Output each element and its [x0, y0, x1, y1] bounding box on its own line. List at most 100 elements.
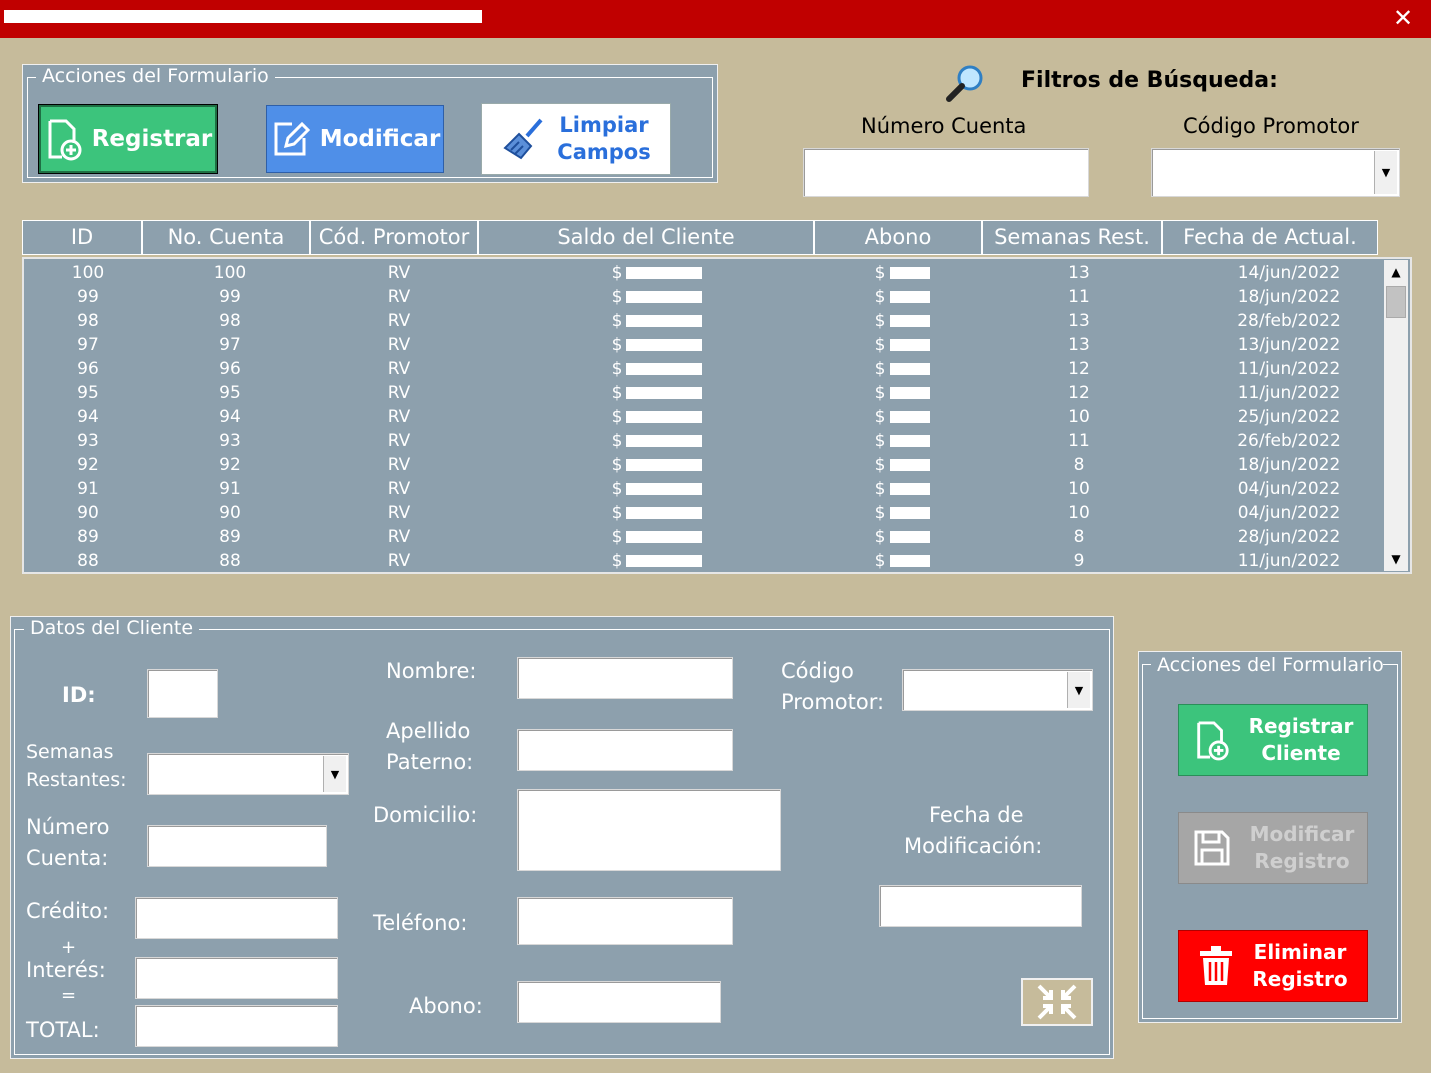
cell-id: 95	[77, 383, 99, 403]
name-input[interactable]	[517, 657, 733, 699]
modified-date-label-line2: Modificación:	[904, 834, 1043, 858]
scrollbar-thumb[interactable]	[1386, 286, 1406, 318]
scroll-up-icon[interactable]: ▲	[1384, 260, 1408, 284]
filter-account-input[interactable]	[803, 148, 1089, 197]
surname-input[interactable]	[517, 729, 733, 771]
add-document-icon	[48, 119, 82, 161]
search-magnifier-icon	[946, 65, 983, 102]
cell-promotor: RV	[387, 359, 411, 379]
filter-promoter-select[interactable]: ▼	[1151, 148, 1400, 197]
payment-currency: $	[874, 527, 886, 547]
cell-fecha: 04/jun/2022	[1237, 503, 1341, 523]
payment-redacted	[890, 555, 930, 567]
total-input[interactable]	[135, 1005, 338, 1047]
cell-cuenta: 98	[219, 311, 241, 331]
list-scrollbar[interactable]: ▲ ▼	[1384, 260, 1408, 571]
payment-input[interactable]	[517, 981, 721, 1023]
cell-id: 98	[77, 311, 99, 331]
modify-button[interactable]: Modificar	[266, 105, 444, 173]
cell-semanas: 13	[1068, 335, 1090, 355]
payment-currency: $	[874, 311, 886, 331]
table-row[interactable]: 94 94 RV 10 25/jun/2022 $ $	[24, 405, 1382, 429]
header-promoter: Cód. Promotor	[310, 220, 478, 255]
table-row[interactable]: 89 89 RV 8 28/jun/2022 $ $	[24, 525, 1382, 549]
equals-sign: =	[61, 985, 77, 1006]
cell-semanas: 8	[1073, 527, 1085, 547]
id-input[interactable]	[147, 669, 218, 718]
payment-currency: $	[874, 431, 886, 451]
balance-currency: $	[611, 431, 623, 451]
table-row[interactable]: 98 98 RV 13 28/feb/2022 $ $	[24, 309, 1382, 333]
cell-id: 97	[77, 335, 99, 355]
client-list[interactable]: 100 100 RV 13 14/jun/2022 $ $99 99 RV 11 18/jun/20…	[22, 257, 1412, 574]
delete-record-button[interactable]: Eliminar Registro	[1178, 930, 1368, 1002]
promoter-label-line2: Promotor:	[781, 690, 885, 714]
payment-currency: $	[874, 407, 886, 427]
cell-cuenta: 96	[219, 359, 241, 379]
payment-currency: $	[874, 551, 886, 571]
cell-id: 90	[77, 503, 99, 523]
cell-cuenta: 89	[219, 527, 241, 547]
register-client-button[interactable]: Registrar Cliente	[1178, 704, 1368, 776]
balance-redacted	[626, 387, 702, 399]
table-row[interactable]: 100 100 RV 13 14/jun/2022 $ $	[24, 261, 1382, 285]
register-button[interactable]: Registrar	[38, 104, 218, 174]
cell-promotor: RV	[387, 287, 411, 307]
account-label-line1: Número	[26, 815, 110, 839]
top-actions-legend: Acciones del Formulario	[36, 65, 275, 87]
header-account: No. Cuenta	[142, 220, 310, 255]
clear-fields-button[interactable]: Limpiar Campos	[481, 103, 671, 175]
payment-redacted	[890, 339, 930, 351]
payment-redacted	[890, 531, 930, 543]
table-row[interactable]: 91 91 RV 10 04/jun/2022 $ $	[24, 477, 1382, 501]
cell-semanas: 10	[1068, 503, 1090, 523]
scroll-down-icon[interactable]: ▼	[1384, 547, 1408, 571]
table-row[interactable]: 96 96 RV 12 11/jun/2022 $ $	[24, 357, 1382, 381]
modify-record-button[interactable]: Modificar Registro	[1178, 812, 1368, 884]
cell-semanas: 11	[1068, 287, 1090, 307]
payment-redacted	[890, 411, 930, 423]
payment-redacted	[890, 363, 930, 375]
payment-currency: $	[874, 503, 886, 523]
modified-date-input[interactable]	[879, 885, 1082, 927]
address-input[interactable]	[517, 789, 781, 871]
table-row[interactable]: 88 88 RV 9 11/jun/2022 $ $	[24, 549, 1382, 573]
balance-currency: $	[611, 503, 623, 523]
cell-promotor: RV	[387, 455, 411, 475]
client-data-frame: Datos del Cliente ID: Semanas Restantes:…	[10, 616, 1114, 1059]
table-row[interactable]: 92 92 RV 8 18/jun/2022 $ $	[24, 453, 1382, 477]
payment-redacted	[890, 315, 930, 327]
side-actions-legend: Acciones del Formulario	[1151, 654, 1383, 676]
chevron-down-icon[interactable]: ▼	[323, 756, 346, 792]
save-floppy-icon	[1194, 830, 1230, 866]
cell-cuenta: 95	[219, 383, 241, 403]
cell-fecha: 04/jun/2022	[1237, 479, 1341, 499]
phone-input[interactable]	[517, 897, 733, 945]
weeks-select[interactable]: ▼	[147, 753, 349, 795]
cell-id: 94	[77, 407, 99, 427]
close-icon[interactable]: ✕	[1389, 4, 1417, 32]
chevron-down-icon[interactable]: ▼	[1374, 151, 1397, 194]
balance-currency: $	[611, 287, 623, 307]
interest-input[interactable]	[135, 957, 338, 999]
table-row[interactable]: 97 97 RV 13 13/jun/2022 $ $	[24, 333, 1382, 357]
table-row[interactable]: 93 93 RV 11 26/feb/2022 $ $	[24, 429, 1382, 453]
table-row[interactable]: 99 99 RV 11 18/jun/2022 $ $	[24, 285, 1382, 309]
account-input[interactable]	[147, 825, 327, 867]
header-balance: Saldo del Cliente	[478, 220, 814, 255]
credit-input[interactable]	[135, 897, 338, 939]
top-actions-frame: Acciones del Formulario Registrar Modifi…	[22, 64, 718, 183]
payment-currency: $	[874, 335, 886, 355]
cell-fecha: 18/jun/2022	[1237, 455, 1341, 475]
register-button-label: Registrar	[91, 125, 213, 152]
modify-button-label: Modificar	[319, 125, 441, 152]
table-row[interactable]: 90 90 RV 10 04/jun/2022 $ $	[24, 501, 1382, 525]
filter-promoter-label: Código Promotor	[1183, 114, 1359, 138]
promoter-select[interactable]: ▼	[902, 669, 1093, 711]
cell-promotor: RV	[387, 503, 411, 523]
collapse-button[interactable]	[1021, 978, 1093, 1026]
cell-promotor: RV	[387, 383, 411, 403]
delete-record-label-line1: Eliminar	[1253, 940, 1347, 964]
table-row[interactable]: 95 95 RV 12 11/jun/2022 $ $	[24, 381, 1382, 405]
chevron-down-icon[interactable]: ▼	[1067, 672, 1090, 708]
